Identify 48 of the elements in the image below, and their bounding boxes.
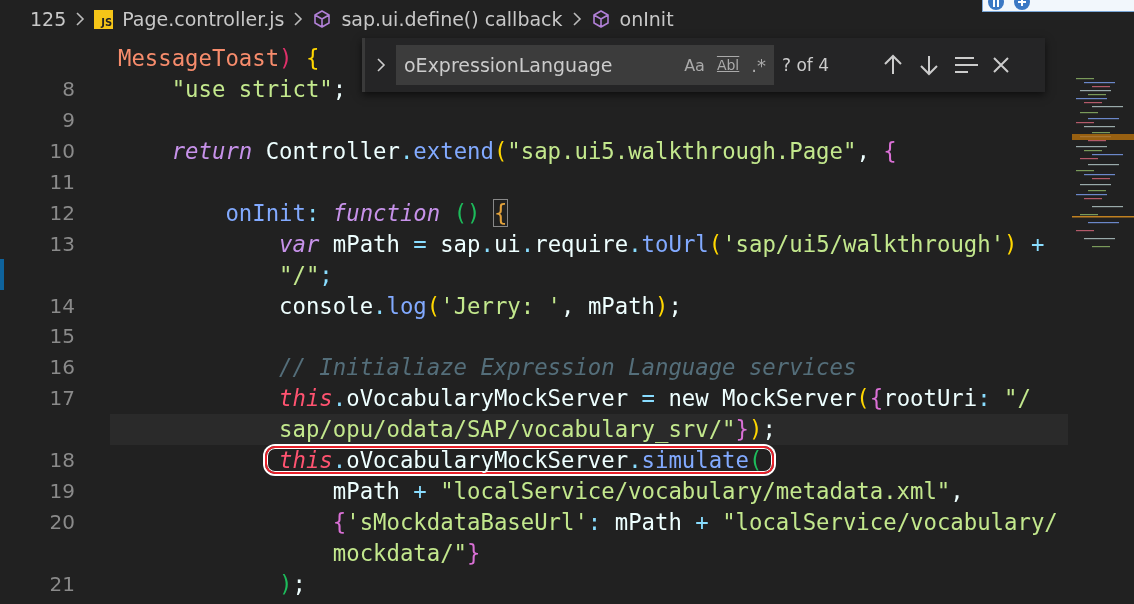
- line-number: 11: [48, 170, 75, 194]
- chevron-icon: [75, 11, 86, 27]
- breadcrumb-item[interactable]: Page.controller.js: [122, 8, 285, 30]
- chevron-icon: [571, 11, 582, 27]
- code-line: onInit: function () {: [224, 198, 508, 228]
- find-input-field[interactable]: oExpressionLanguage Aa Abl .*: [396, 45, 774, 85]
- code-line: "use strict";: [170, 75, 347, 105]
- code-line: {'sMockdataBaseUrl': mPath + "localService/vocabulary/: [331, 507, 1058, 537]
- code-line: mPath + "localService/vocabulary/metadata.xml",: [331, 476, 964, 506]
- lines-icon[interactable]: [954, 56, 978, 74]
- find-option-toggle[interactable]: .*: [751, 54, 766, 76]
- line-number: 12: [48, 200, 75, 225]
- line-number: 17: [48, 386, 75, 411]
- find-option-toggle[interactable]: Abl: [716, 57, 740, 73]
- line-number: 8: [61, 77, 75, 102]
- cube-icon: [312, 9, 333, 29]
- code-line: console.log('Jerry: ', mPath);: [278, 291, 682, 321]
- code-line: mockdata/"}: [331, 538, 481, 568]
- line-number: 14: [48, 293, 75, 318]
- code-line: sap/opu/odata/SAP/vocabulary_srv/"});: [278, 415, 776, 445]
- line-number: 20: [48, 509, 75, 534]
- match-count: ? of 4: [782, 55, 831, 75]
- arrow-down-icon[interactable]: [918, 54, 940, 76]
- arrow-up-icon[interactable]: [882, 54, 904, 76]
- code-line: "/";: [278, 260, 333, 290]
- code-line: this.oVocabularyMockServer.simulate(: [278, 446, 763, 475]
- line-number: 13: [48, 231, 75, 256]
- close-icon[interactable]: [992, 56, 1010, 74]
- line-number: 16: [48, 355, 75, 380]
- code-line: var mPath = sap.ui.require.toUrl('sap/ui5/walkthrough') +: [278, 229, 1045, 259]
- cube-icon: [590, 9, 611, 29]
- line-number: 15: [48, 324, 75, 349]
- line-number: 18: [48, 448, 75, 472]
- breadcrumb-item[interactable]: onInit: [619, 8, 674, 30]
- code-line: MessageToast) {: [118, 44, 320, 74]
- line-number: 21: [48, 571, 75, 596]
- chevron-icon: [293, 11, 304, 27]
- breadcrumb-item[interactable]: sap.ui.define() callback: [341, 8, 563, 30]
- line-number: 19: [48, 478, 75, 503]
- code-line: );: [278, 569, 306, 599]
- breadcrumb-line[interactable]: 125: [30, 8, 67, 30]
- code-line: return Controller.extend("sap.ui5.walkthrough.Page", {: [170, 137, 897, 167]
- line-number: 10: [48, 139, 75, 164]
- js-file-icon: JS: [94, 9, 114, 29]
- find-option-toggle[interactable]: Aa: [684, 55, 705, 75]
- line-number: 9: [61, 108, 75, 133]
- code-line: this.oVocabularyMockServer = new MockServer({rootUri: "/: [278, 384, 1031, 414]
- code-line: // Initialiaze Expression Language services: [278, 353, 857, 383]
